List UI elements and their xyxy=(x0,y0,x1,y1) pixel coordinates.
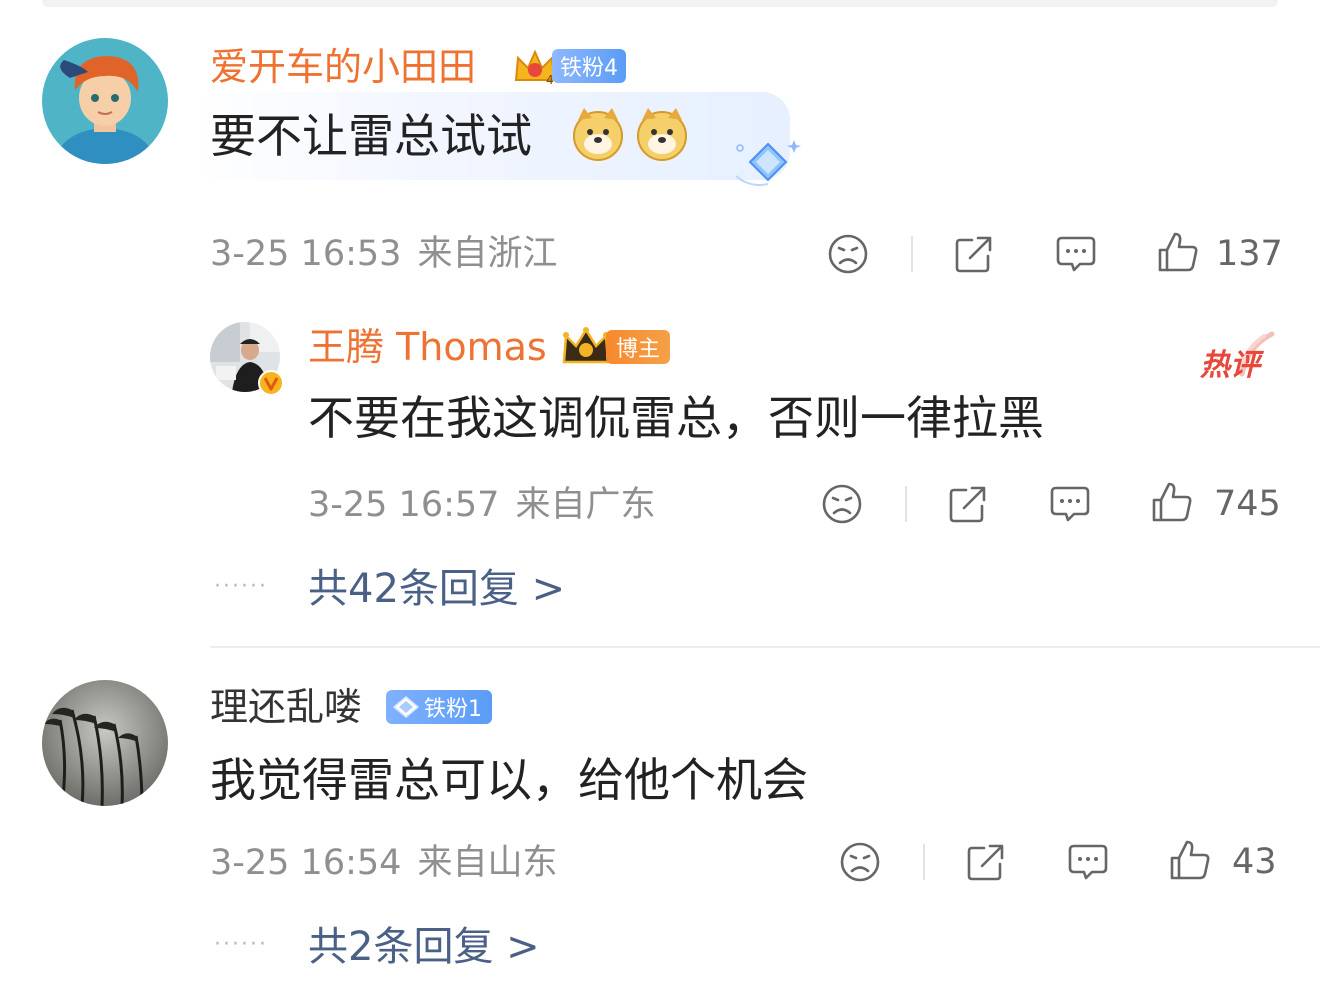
reply-meta: 3-25 16:57 来自广东 xyxy=(308,485,655,525)
avatar[interactable] xyxy=(42,680,168,806)
more-dots: ······ xyxy=(214,574,268,599)
more-replies-link[interactable]: 共42条回复 > xyxy=(308,566,565,612)
thumbs-up-icon[interactable] xyxy=(1150,480,1194,524)
doge-emoji-icon xyxy=(637,108,687,161)
comment-icon[interactable] xyxy=(1048,482,1092,526)
comment-time: 3-25 16:54 xyxy=(210,843,402,883)
reply-text: 不要在我这调侃雷总，否则一律拉黑 xyxy=(308,391,1044,445)
fan-badge-label: 铁粉4 xyxy=(560,56,618,81)
comment-time: 3-25 16:53 xyxy=(210,234,402,274)
crown-icon xyxy=(562,327,610,364)
like-count: 745 xyxy=(1214,484,1281,524)
reply-location: 来自广东 xyxy=(515,485,656,525)
doge-emoji-icon xyxy=(573,108,623,161)
fan-badge[interactable]: 铁粉1 xyxy=(386,690,492,724)
comment-meta: 3-25 16:54 来自山东 xyxy=(210,843,557,883)
blogger-badge-label: 博主 xyxy=(616,337,661,362)
action-divider xyxy=(923,844,925,880)
reply-username[interactable]: 王腾 Thomas xyxy=(308,324,547,370)
like-count: 43 xyxy=(1232,842,1277,882)
comment-divider xyxy=(210,646,1320,648)
action-divider xyxy=(905,486,907,522)
blogger-badge: 博主 xyxy=(560,326,671,368)
comment-username[interactable]: 爱开车的小田田 xyxy=(210,44,476,90)
diamond-decoration-icon xyxy=(735,140,801,186)
share-icon[interactable] xyxy=(946,482,990,526)
like-count: 137 xyxy=(1216,234,1283,274)
comment-icon[interactable] xyxy=(1066,840,1110,884)
reply-time: 3-25 16:57 xyxy=(308,485,500,525)
thumbs-up-icon[interactable] xyxy=(1168,838,1212,882)
comment-meta: 3-25 16:53 来自浙江 xyxy=(210,234,557,274)
diamond-badge-icon xyxy=(392,696,420,718)
comment-text: 我觉得雷总可以，给他个机会 xyxy=(210,753,808,807)
share-icon[interactable] xyxy=(964,840,1008,884)
previous-comment-divider xyxy=(42,0,1278,7)
hot-comment-tag: 热评 xyxy=(1198,330,1278,383)
verified-v-icon xyxy=(258,370,284,396)
dislike-face-icon[interactable] xyxy=(826,232,870,276)
comment-location: 来自山东 xyxy=(417,843,558,883)
action-divider xyxy=(911,236,913,272)
share-icon[interactable] xyxy=(952,232,996,276)
comment-username[interactable]: 理还乱喽 xyxy=(210,684,362,730)
dislike-face-icon[interactable] xyxy=(838,840,882,884)
fan-badge-label: 铁粉1 xyxy=(424,697,482,722)
avatar[interactable] xyxy=(42,38,168,164)
thumbs-up-icon[interactable] xyxy=(1156,230,1200,274)
comment-icon[interactable] xyxy=(1054,232,1098,276)
more-replies-link[interactable]: 共2条回复 > xyxy=(308,924,540,970)
dislike-face-icon[interactable] xyxy=(820,482,864,526)
fan-badge[interactable]: 4 铁粉4 xyxy=(512,46,626,86)
more-dots: ······ xyxy=(214,932,268,957)
comment-location: 来自浙江 xyxy=(417,234,558,274)
comment-text: 要不让雷总试试 xyxy=(210,109,532,163)
